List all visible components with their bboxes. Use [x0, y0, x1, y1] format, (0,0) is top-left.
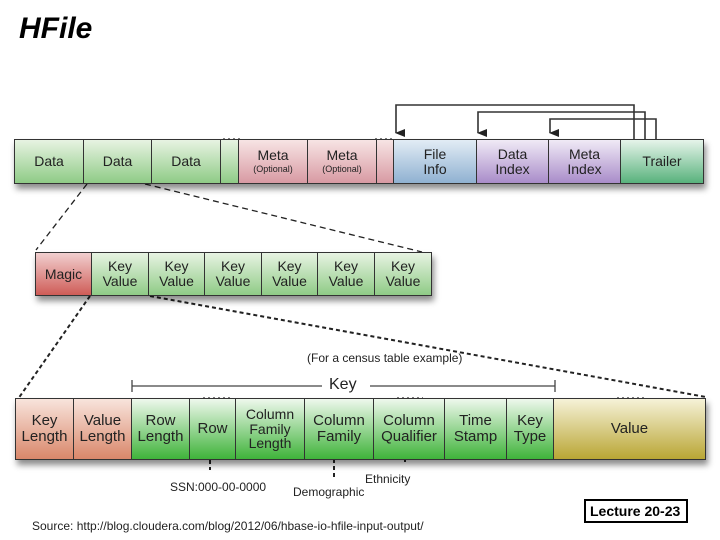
hfile-block-data-index: Data Index — [477, 140, 549, 183]
keyvalue-layout-row: Key Length Value Length Row Length Row Colu… — [15, 398, 706, 460]
hfile-block-data: Data — [15, 140, 84, 183]
key-type-field: Key Type — [507, 399, 554, 459]
hfile-block-file-info: File Info — [394, 140, 477, 183]
key-value-block: Key Value — [149, 253, 205, 295]
hfile-block-trailer: Trailer — [621, 140, 703, 183]
hfile-block-meta-index: Meta Index — [549, 140, 621, 183]
source-citation: Source: http://blog.cloudera.com/blog/20… — [32, 519, 424, 533]
column-qualifier-example-annotation: Ethnicity — [365, 472, 411, 486]
key-value-block: Key Value — [205, 253, 262, 295]
hfile-gap — [377, 140, 394, 183]
value-field: Value — [554, 399, 705, 459]
trailer-pointer-arrows — [395, 104, 657, 140]
lecture-number-badge: Lecture 20-23 — [584, 499, 688, 523]
hfile-layout-row: Data Data Data Meta (Optional) Meta (Optio… — [14, 139, 704, 184]
zoom-guides-2 — [17, 295, 707, 400]
value-length-field: Value Length — [74, 399, 132, 459]
row-length-field: Row Length — [132, 399, 190, 459]
key-value-block: Key Value — [92, 253, 149, 295]
arrow-to-data-index — [477, 111, 646, 140]
column-qualifier-field: Column Qualifier — [374, 399, 445, 459]
hfile-block-data: Data — [152, 140, 221, 183]
magic-block: Magic — [36, 253, 92, 295]
arrow-to-meta-index — [549, 118, 657, 140]
key-value-block: Key Value — [318, 253, 375, 295]
key-length-field: Key Length — [16, 399, 74, 459]
arrow-to-file-info — [395, 104, 635, 140]
slide-title: HFile — [19, 12, 93, 45]
time-stamp-field: Time Stamp — [445, 399, 507, 459]
column-family-length-field: Column Family Length — [236, 399, 305, 459]
hfile-block-meta: Meta (Optional) — [308, 140, 377, 183]
data-block-row: Magic Key Value Key Value Key Value Key Valu… — [35, 252, 432, 296]
hfile-gap — [221, 140, 239, 183]
key-span-label: Key — [329, 376, 357, 393]
column-family-example-annotation: Demographic — [293, 485, 365, 499]
hfile-block-meta: Meta (Optional) — [239, 140, 308, 183]
row-example-annotation: SSN:000-00-0000 — [170, 480, 267, 494]
key-value-block: Key Value — [375, 253, 431, 295]
column-family-field: Column Family — [305, 399, 374, 459]
census-caption: (For a census table example) — [307, 351, 463, 365]
row-field: Row — [190, 399, 236, 459]
hfile-block-data: Data — [84, 140, 152, 183]
zoom-guides — [35, 183, 423, 253]
key-value-block: Key Value — [262, 253, 318, 295]
